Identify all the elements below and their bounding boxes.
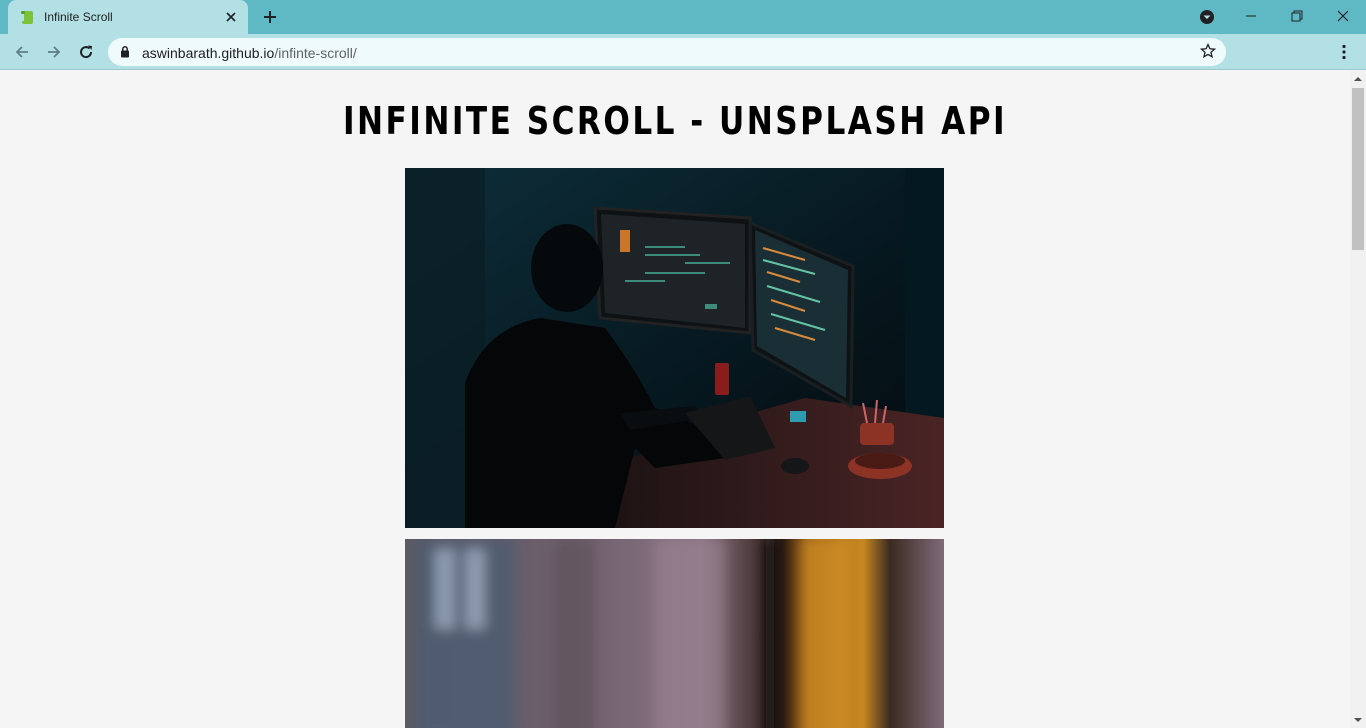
tab-infinite-scroll[interactable]: Infinite Scroll (8, 0, 248, 34)
restore-icon (1291, 10, 1303, 22)
photo-icon (405, 539, 944, 728)
tab-strip: Infinite Scroll (0, 0, 1366, 34)
close-icon (1337, 10, 1349, 22)
url-path: /infinte-scroll/ (274, 45, 357, 61)
tab-title: Infinite Scroll (44, 10, 113, 24)
photo-desk-setup[interactable] (405, 168, 944, 528)
plus-icon (264, 11, 276, 23)
scroll-down-arrow-icon[interactable] (1350, 712, 1366, 728)
more-vert-icon (1342, 44, 1346, 60)
photo-window-blur[interactable] (405, 539, 944, 728)
back-button[interactable] (8, 38, 36, 66)
chevron-down-circle-icon (1200, 10, 1214, 24)
reload-icon (80, 45, 93, 59)
new-tab-button[interactable] (258, 6, 282, 28)
close-icon[interactable] (222, 8, 240, 26)
browser-menu-button[interactable] (1334, 38, 1354, 66)
photo-icon (405, 168, 944, 528)
page-title: INFINITE SCROLL - UNSPLASH API (342, 99, 1008, 143)
arrow-left-icon (15, 46, 28, 58)
address-bar[interactable]: aswinbarath.github.io/infinte-scroll/ (108, 38, 1226, 66)
url-text: aswinbarath.github.io/infinte-scroll/ (142, 45, 357, 61)
bookmark-star-icon[interactable] (1199, 42, 1217, 64)
minimize-button[interactable] (1228, 0, 1274, 32)
arrow-right-icon (48, 46, 61, 58)
forward-button[interactable] (40, 38, 68, 66)
url-host: aswinbarath.github.io (142, 45, 275, 61)
scroll-favicon-icon (20, 9, 36, 25)
minimize-icon (1246, 15, 1256, 17)
scroll-up-arrow-icon[interactable] (1350, 71, 1366, 87)
scrollbar-thumb[interactable] (1352, 88, 1364, 250)
page-viewport: INFINITE SCROLL - UNSPLASH API (0, 71, 1350, 728)
tab-search-button[interactable] (1196, 6, 1218, 28)
reload-button[interactable] (72, 38, 100, 66)
close-window-button[interactable] (1320, 0, 1366, 32)
lock-icon[interactable] (120, 45, 130, 63)
browser-toolbar: aswinbarath.github.io/infinte-scroll/ (0, 34, 1366, 70)
vertical-scrollbar[interactable] (1350, 71, 1366, 728)
restore-button[interactable] (1274, 0, 1320, 32)
